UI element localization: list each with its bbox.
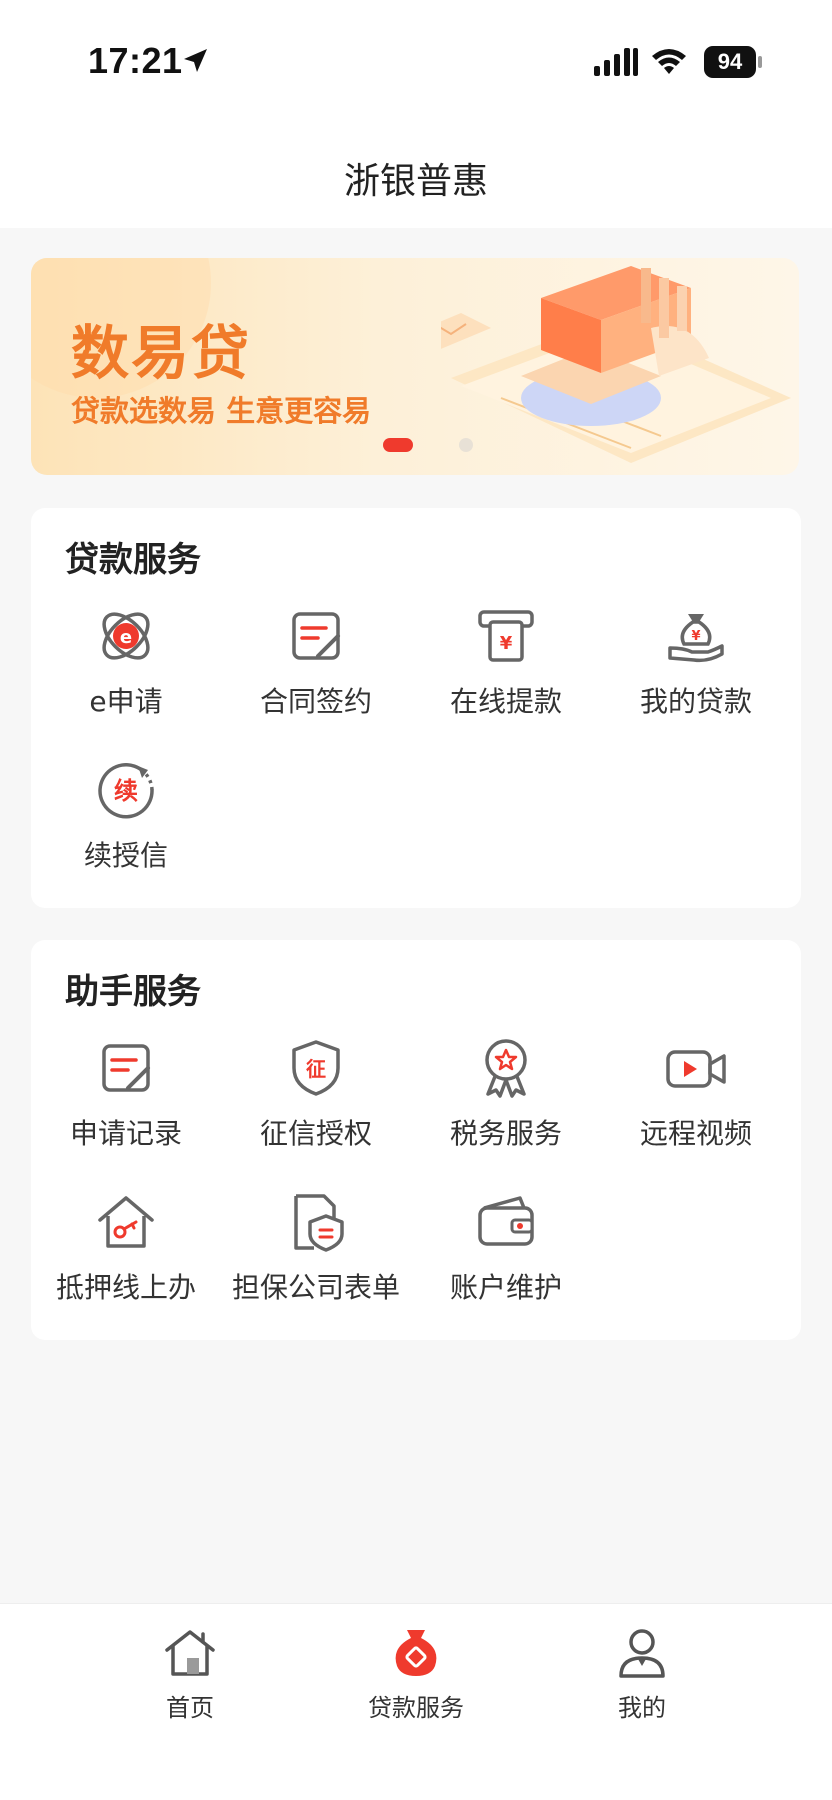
atm-withdraw-icon: ¥ [478, 610, 534, 662]
promo-banner[interactable]: 数易贷 贷款选数易 生意更容易 [31, 258, 799, 475]
tab-label: 贷款服务 [368, 1694, 464, 1722]
money-bag-hand-icon: ¥ [668, 614, 724, 663]
service-guarantee-form[interactable]: 担保公司表单 [221, 1190, 411, 1320]
carousel-dot-active [383, 438, 413, 452]
service-e-apply[interactable]: e e申请 [31, 604, 221, 734]
service-label: 税务服务 [449, 1117, 562, 1150]
wifi-icon [652, 49, 686, 74]
service-label: 合同签约 [259, 685, 372, 718]
service-label: e申请 [89, 685, 163, 718]
svg-text:征: 征 [306, 1057, 326, 1081]
assistant-services-card: 助手服务 申请记录 征 征信授权 税务服务 远程视频 抵押线上办 担保公司表单 … [31, 940, 801, 1340]
service-label: 续授信 [83, 839, 168, 872]
tab-mine[interactable]: 我的 [542, 1626, 742, 1726]
tab-loan-services[interactable]: 贷款服务 [316, 1626, 516, 1726]
record-icon [102, 1044, 150, 1092]
service-renew-credit[interactable]: 续 续授信 [31, 758, 221, 888]
assistant-services-title: 助手服务 [65, 972, 201, 1012]
tab-label: 首页 [166, 1694, 214, 1722]
wallet-icon [478, 1196, 534, 1246]
svg-text:续: 续 [114, 777, 138, 805]
guarantee-form-icon [294, 1194, 344, 1252]
service-mortgage-online[interactable]: 抵押线上办 [31, 1190, 221, 1320]
tax-badge-icon [485, 1039, 527, 1098]
loan-services-title: 贷款服务 [65, 540, 201, 580]
service-tax[interactable]: 税务服务 [411, 1036, 601, 1166]
service-contract-sign[interactable]: 合同签约 [221, 604, 411, 734]
tab-label: 我的 [618, 1694, 666, 1722]
service-label: 我的贷款 [639, 685, 752, 718]
tab-home[interactable]: 首页 [90, 1626, 290, 1726]
service-application-records[interactable]: 申请记录 [31, 1036, 221, 1166]
service-label: 远程视频 [639, 1117, 752, 1150]
house-key-icon [98, 1196, 154, 1248]
location-arrow-icon [184, 49, 207, 72]
loan-bag-icon [395, 1630, 437, 1676]
service-online-withdraw[interactable]: ¥ 在线提款 [411, 604, 601, 734]
loan-services-card: 贷款服务 e e申请 合同签约 ¥ 在线提款 ¥ 我的贷款 续 续授信 [31, 508, 801, 908]
service-label: 账户维护 [449, 1271, 562, 1304]
status-time: 17:21 [88, 40, 183, 81]
svg-text:¥: ¥ [691, 629, 700, 644]
bottom-tab-bar: 首页 贷款服务 我的 [0, 1603, 832, 1800]
user-icon [619, 1629, 665, 1678]
banner-chart-illustration [441, 266, 791, 463]
service-label: 担保公司表单 [231, 1271, 400, 1304]
service-remote-video[interactable]: 远程视频 [601, 1036, 791, 1166]
page-title: 浙银普惠 [343, 161, 488, 202]
service-label: 在线提款 [449, 685, 562, 718]
carousel-dot[interactable] [459, 438, 473, 452]
video-camera-icon [666, 1050, 726, 1088]
svg-text:¥: ¥ [500, 633, 513, 654]
service-label: 申请记录 [69, 1117, 182, 1150]
service-credit-authorization[interactable]: 征 征信授权 [221, 1036, 411, 1166]
signal-icon [594, 48, 638, 76]
service-label: 征信授权 [259, 1117, 372, 1150]
credit-shield-icon: 征 [292, 1040, 340, 1096]
status-bar: 17:21 94 [0, 0, 832, 120]
renew-credit-icon: 续 [98, 763, 154, 819]
e-apply-icon: e [102, 612, 150, 660]
home-icon [165, 1630, 215, 1676]
nav-bar: 浙银普惠 [0, 120, 832, 228]
banner-subtitle: 贷款选数易 生意更容易 [71, 394, 372, 428]
svg-text:e: e [120, 627, 132, 648]
contract-sign-icon [292, 612, 340, 660]
battery-level: 94 [717, 49, 743, 74]
service-label: 抵押线上办 [55, 1271, 196, 1304]
banner-title: 数易贷 [71, 319, 252, 387]
service-my-loans[interactable]: ¥ 我的贷款 [601, 604, 791, 734]
service-account-maintenance[interactable]: 账户维护 [411, 1190, 601, 1320]
